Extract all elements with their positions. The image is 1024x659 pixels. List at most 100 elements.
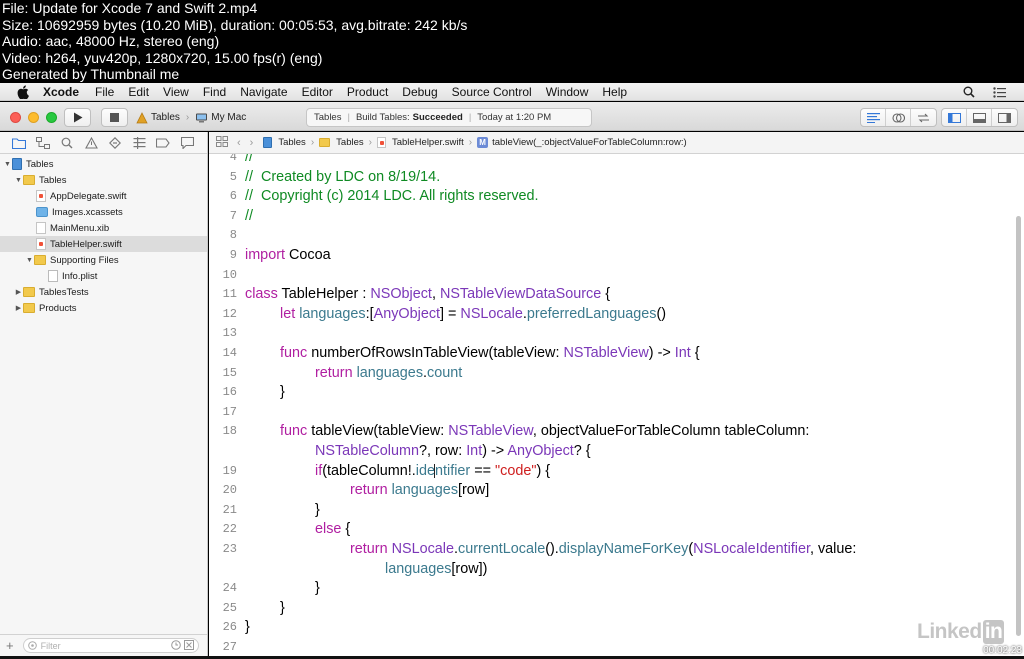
breakpoint-navigator-icon[interactable] <box>155 135 171 151</box>
info-generator: Generated by Thumbnail me <box>2 66 180 82</box>
run-button[interactable] <box>64 108 91 127</box>
code-line: } <box>315 580 320 597</box>
folder-icon <box>23 287 35 297</box>
related-items-icon[interactable] <box>216 135 228 150</box>
menu-source-control[interactable]: Source Control <box>452 85 532 99</box>
disclosure-open-icon[interactable]: ▼ <box>14 177 23 184</box>
app-target-icon <box>136 111 148 123</box>
notification-center-icon[interactable] <box>993 86 1006 98</box>
tree-item-tablestests[interactable]: ▶ TablesTests <box>0 284 207 300</box>
line-number <box>209 441 237 461</box>
report-navigator-icon[interactable] <box>179 135 195 151</box>
menu-debug[interactable]: Debug <box>402 85 437 99</box>
spotlight-search-icon[interactable] <box>963 86 975 98</box>
code-line: // <box>245 154 253 165</box>
breadcrumb-file[interactable]: TableHelper.swift <box>376 137 464 148</box>
line-number: 8 <box>229 228 237 243</box>
project-icon <box>12 158 22 170</box>
jump-bar: ‹ › Tables › Tables › TableHelper.swift … <box>209 132 1024 154</box>
line-number: 15 <box>222 365 237 380</box>
menu-product[interactable]: Product <box>347 85 388 99</box>
tree-item-info-plist[interactable]: Info.plist <box>0 268 207 284</box>
add-file-button[interactable]: + <box>6 638 14 653</box>
close-window-button[interactable] <box>10 112 21 123</box>
standard-editor-icon[interactable] <box>861 109 886 126</box>
line-number: 14 <box>222 346 237 360</box>
go-forward-button[interactable]: › <box>250 137 254 149</box>
menu-xcode[interactable]: Xcode <box>43 85 79 99</box>
disclosure-open-icon[interactable]: ▼ <box>25 257 34 264</box>
line-number: 24 <box>222 581 237 596</box>
line-number: 16 <box>222 385 237 400</box>
recent-files-icon[interactable] <box>170 640 181 650</box>
breadcrumb-project[interactable]: Tables <box>263 137 306 148</box>
code-line: } <box>315 501 320 518</box>
tree-item-tablehelper[interactable]: TableHelper.swift <box>0 236 207 252</box>
menu-edit[interactable]: Edit <box>128 85 149 99</box>
text-cursor <box>434 463 435 478</box>
tree-item-images-xcassets[interactable]: Images.xcassets <box>0 204 207 220</box>
disclosure-closed-icon[interactable]: ▶ <box>14 288 23 296</box>
menu-file[interactable]: File <box>95 85 114 99</box>
tree-item-appdelegate[interactable]: AppDelegate.swift <box>0 188 207 204</box>
menu-view[interactable]: View <box>163 85 189 99</box>
menu-help[interactable]: Help <box>602 85 627 99</box>
tree-item-supporting-files[interactable]: ▼ Supporting Files <box>0 252 207 268</box>
toggle-debug-area-icon[interactable] <box>967 109 992 126</box>
filter-input[interactable]: Filter <box>22 638 199 653</box>
toggle-navigator-icon[interactable] <box>942 109 967 126</box>
test-navigator-icon[interactable] <box>107 135 123 151</box>
modified-files-icon[interactable] <box>183 640 194 650</box>
video-timestamp: 00:02:23 <box>983 645 1022 656</box>
code-line: func tableView(tableView: NSTableView, o… <box>280 423 810 440</box>
info-file: File: Update for Xcode 7 and Swift 2.mp4 <box>2 0 258 16</box>
menu-window[interactable]: Window <box>546 85 589 99</box>
view-toggle-segment <box>941 108 1018 127</box>
editor-scrollbar[interactable] <box>1016 216 1021 636</box>
line-number: 6 <box>229 189 237 204</box>
issue-navigator-icon[interactable] <box>83 135 99 151</box>
line-number-gutter: 4 5 6 7 8 9 10 11 12 13 14 15 16 17 18 19 20 21 22 23 24 25 26… <box>209 154 241 656</box>
folder-icon <box>34 255 46 265</box>
line-number: 23 <box>222 542 237 556</box>
version-editor-icon[interactable] <box>911 109 936 126</box>
tree-item-label: Tables <box>39 174 67 186</box>
code-line: return languages[row] <box>350 482 490 499</box>
info-audio: Audio: aac, 48000 Hz, stereo (eng) <box>2 33 220 49</box>
code-line: // Copyright (c) 2014 LDC. All rights re… <box>245 188 539 205</box>
disclosure-open-icon[interactable]: ▼ <box>3 161 12 168</box>
tree-item-project[interactable]: ▼ Tables <box>0 156 207 172</box>
tree-item-mainmenu-xib[interactable]: MainMenu.xib <box>0 220 207 236</box>
project-icon <box>263 137 273 148</box>
code-line: // <box>245 207 253 224</box>
symbol-navigator-icon[interactable] <box>35 135 51 151</box>
menu-editor[interactable]: Editor <box>302 85 333 99</box>
code-line: import Cocoa <box>245 247 331 263</box>
scheme-selector[interactable]: Tables › My Mac <box>136 108 252 127</box>
toggle-utilities-icon[interactable] <box>992 109 1017 126</box>
breadcrumb-label: Tables <box>278 137 306 148</box>
debug-navigator-icon[interactable] <box>131 135 147 151</box>
project-navigator: ▼ Tables ▼ Tables AppDelegate.swift Imag… <box>0 132 208 656</box>
zoom-window-button[interactable] <box>46 112 57 123</box>
find-navigator-icon[interactable] <box>59 135 75 151</box>
assistant-editor-icon[interactable] <box>886 109 911 126</box>
breadcrumb-label: TableHelper.swift <box>391 137 464 148</box>
menu-find[interactable]: Find <box>203 85 226 99</box>
menu-navigate[interactable]: Navigate <box>240 85 287 99</box>
breadcrumb-group[interactable]: Tables <box>319 137 364 148</box>
minimize-window-button[interactable] <box>28 112 39 123</box>
stop-button[interactable] <box>101 108 128 127</box>
project-navigator-folder-icon[interactable] <box>11 135 27 151</box>
tree-item-label: Products <box>39 302 77 314</box>
apple-icon[interactable] <box>15 84 31 99</box>
tree-item-products[interactable]: ▶ Products <box>0 300 207 316</box>
breadcrumb-symbol[interactable]: M tableView(_:objectValueForTableColumn:… <box>477 137 687 148</box>
xib-file-icon <box>36 222 46 234</box>
code-line: } <box>245 619 250 636</box>
tree-item-tables-group[interactable]: ▼ Tables <box>0 172 207 188</box>
line-number <box>209 559 237 579</box>
source-editor[interactable]: 4 5 6 7 8 9 10 11 12 13 14 15 16 17 18 19 20 21 22 23 24 25 26… <box>209 154 1024 656</box>
disclosure-closed-icon[interactable]: ▶ <box>14 304 23 312</box>
go-back-button[interactable]: ‹ <box>237 137 241 149</box>
